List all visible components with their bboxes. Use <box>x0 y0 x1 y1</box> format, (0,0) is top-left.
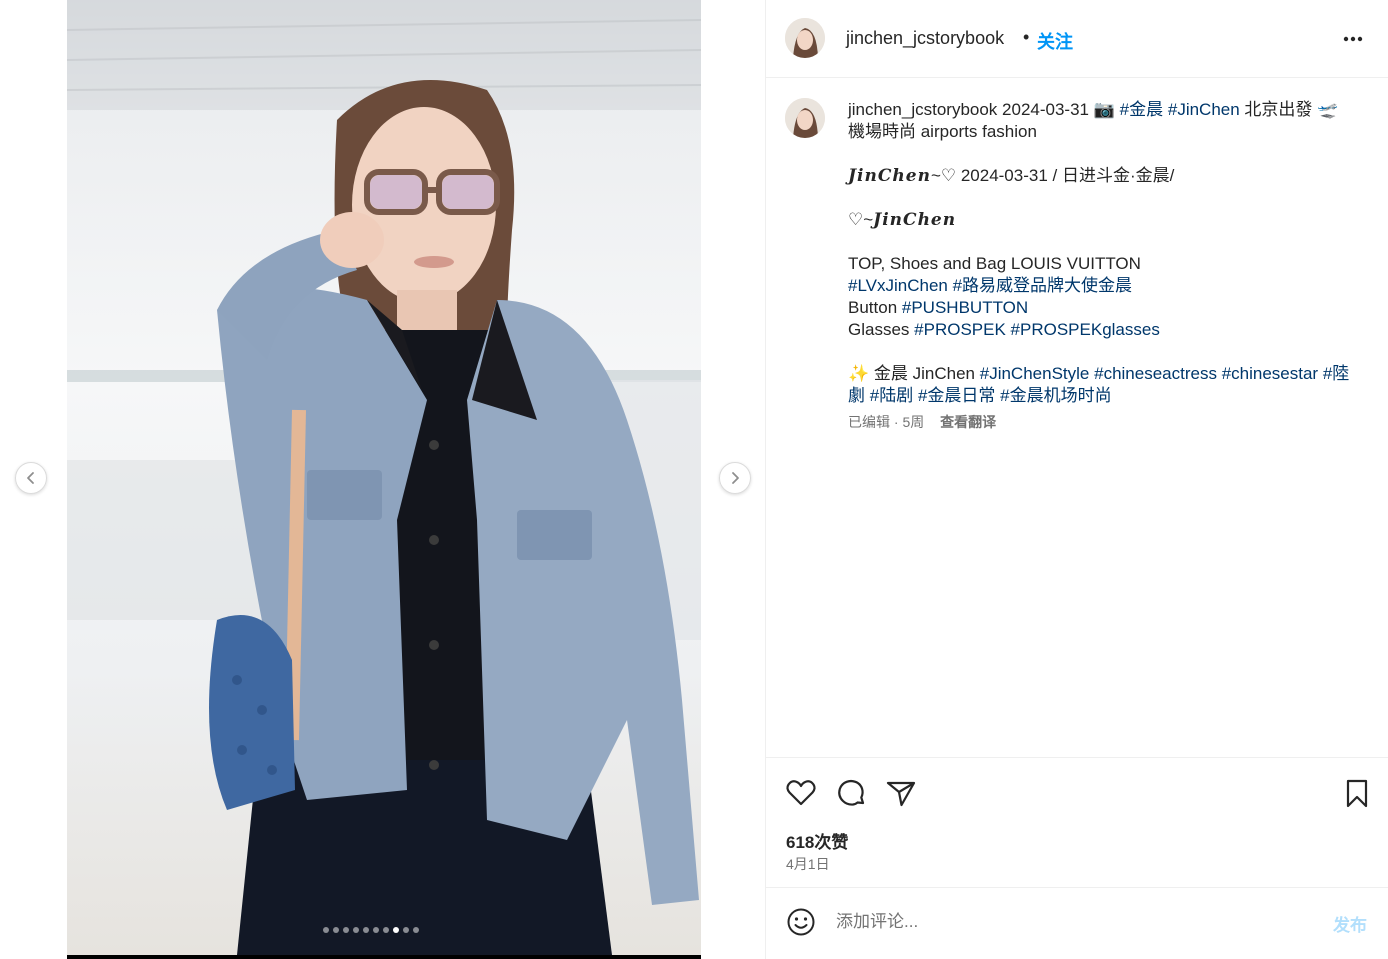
heart-icon <box>786 780 816 806</box>
hashtag-prospek[interactable]: #PROSPEK <box>914 320 1006 339</box>
chevron-left-icon <box>27 472 34 484</box>
like-button[interactable] <box>784 776 818 810</box>
caption-meta: 已编辑 · 5周 查看翻译 <box>848 413 1358 431</box>
post-caption: jinchen_jcstorybook 2024-03-31 📷 #金晨 #Ji… <box>848 99 1358 431</box>
share-button[interactable] <box>884 776 918 810</box>
caption-username[interactable]: jinchen_jcstorybook <box>848 100 997 119</box>
emoji-picker-button[interactable] <box>786 907 816 937</box>
slide-dot <box>353 927 359 933</box>
chevron-right-icon <box>732 472 739 484</box>
slide-dot <box>403 927 409 933</box>
hashtag-luju[interactable]: #陆剧 <box>870 386 913 405</box>
comment-button[interactable] <box>834 776 868 810</box>
caption-line-date: ~♡ 2024-03-31 / 日进斗金·金晨/ <box>930 166 1175 185</box>
slide-dot <box>333 927 339 933</box>
slide-dot <box>383 927 389 933</box>
post-header: jinchen_jcstorybook • 关注 <box>766 0 1388 78</box>
hashtag-airport-fashion[interactable]: #金晨机场时尚 <box>1000 386 1111 405</box>
comment-icon <box>838 779 865 806</box>
button-label: Button <box>848 298 898 317</box>
hashtag-chineseactress[interactable]: #chineseactress <box>1094 364 1217 383</box>
hashtag-prospekglasses[interactable]: #PROSPEKglasses <box>1011 320 1160 339</box>
comment-bar: 发布 <box>766 889 1388 959</box>
script-name-2: JinChen <box>873 210 957 230</box>
post-panel: jinchen_jcstorybook • 关注 jinchen_jcstory… <box>765 0 1388 959</box>
hashtag-lvxjinchen[interactable]: #LVxJinChen <box>848 276 948 295</box>
hashtag-daily[interactable]: #金晨日常 <box>918 386 995 405</box>
share-icon <box>886 781 916 807</box>
caption-section: jinchen_jcstorybook 2024-03-31 📷 #金晨 #Ji… <box>766 78 1388 758</box>
previous-slide-button[interactable] <box>15 462 47 494</box>
slide-dot-active <box>393 927 399 933</box>
photo-illustration <box>67 0 701 955</box>
fashion-text: 機場時尚 airports fashion <box>848 122 1037 141</box>
hashtag-pushbutton[interactable]: #PUSHBUTTON <box>902 298 1028 317</box>
next-slide-button[interactable] <box>719 462 751 494</box>
bookmark-icon <box>1346 779 1368 808</box>
action-bar: 618次赞 4月1日 <box>766 758 1388 888</box>
slide-dot <box>323 927 329 933</box>
post-media <box>0 0 765 959</box>
slide-indicator <box>323 927 419 933</box>
slide-dot <box>343 927 349 933</box>
hashtag-chinesestar[interactable]: #chinesestar <box>1222 364 1318 383</box>
caption-date: 2024-03-31 <box>1002 100 1090 119</box>
heart-prefix: ♡~ <box>848 210 874 229</box>
avatar-image <box>785 18 825 58</box>
edited-time: 已编辑 · 5周 <box>848 414 925 430</box>
slide-dot <box>363 927 369 933</box>
slide-dot <box>373 927 379 933</box>
caption-avatar[interactable] <box>785 98 825 138</box>
depart-text: 北京出發 <box>1244 100 1313 119</box>
plane-emoji: 🛫 <box>1317 100 1339 119</box>
author-username[interactable]: jinchen_jcstorybook <box>846 28 1004 49</box>
hashtag-jinchenstyle[interactable]: #JinChenStyle <box>980 364 1090 383</box>
script-name: JinChen <box>848 166 931 186</box>
author-avatar[interactable] <box>785 18 825 58</box>
hashtag-jinchen-cn[interactable]: #金晨 <box>1120 100 1163 119</box>
more-options-button[interactable] <box>1340 26 1366 52</box>
more-icon <box>1343 36 1363 42</box>
avatar-image <box>785 98 825 138</box>
header-separator: • <box>1023 27 1030 47</box>
comment-input[interactable] <box>836 909 1306 935</box>
post-photo[interactable] <box>67 0 701 955</box>
save-button[interactable] <box>1340 776 1374 810</box>
like-count[interactable]: 618次赞 <box>786 828 848 853</box>
hashtag-lv-ambassador[interactable]: #路易威登品牌大使金晨 <box>953 276 1132 295</box>
camera-emoji: 📷 <box>1093 100 1115 119</box>
hashtag-jinchen[interactable]: #JinChen <box>1168 100 1240 119</box>
glasses-label: Glasses <box>848 320 910 339</box>
see-translation-link[interactable]: 查看翻译 <box>940 414 996 430</box>
follow-button[interactable]: 关注 <box>1037 28 1073 54</box>
post-comment-button[interactable]: 发布 <box>1333 911 1367 936</box>
brand-line: TOP, Shoes and Bag LOUIS VUITTON <box>848 254 1141 273</box>
emoji-icon <box>787 908 815 936</box>
sparkle-emoji: ✨ <box>848 364 870 383</box>
post-date: 4月1日 <box>786 856 830 872</box>
name-text: 金晨 JinChen <box>873 364 976 383</box>
slide-dot <box>413 927 419 933</box>
